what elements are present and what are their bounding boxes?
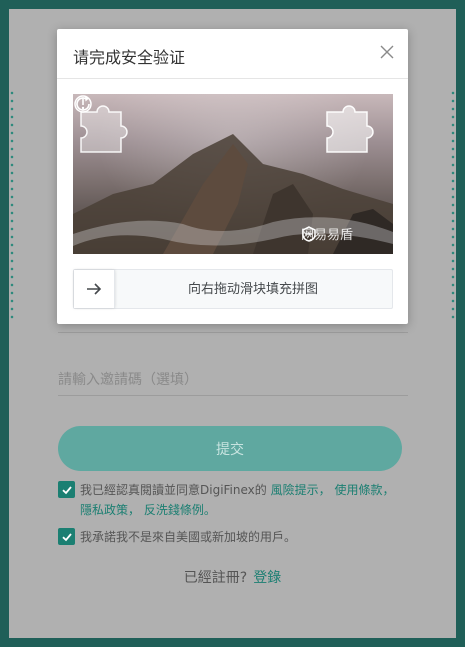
invite-code-input[interactable] [58, 365, 408, 396]
decorative-dots-right [451, 89, 455, 319]
submit-button[interactable]: 提交 [58, 426, 402, 471]
captcha-header: 请完成安全验证 [57, 29, 408, 79]
login-prompt-text: 已經註冊? [183, 570, 248, 586]
login-link[interactable]: 登錄 [253, 570, 281, 586]
captcha-title: 请完成安全验证 [73, 48, 186, 67]
residency-checkbox[interactable] [58, 528, 75, 545]
terms-checkbox[interactable] [58, 481, 75, 498]
field-divider [58, 332, 408, 333]
aml-link[interactable]: 反洗錢條例。 [144, 503, 216, 517]
slider-instruction: 向右拖动滑块填充拼图 [187, 282, 318, 297]
risk-link[interactable]: 風險提示， [271, 483, 331, 497]
agreement-text: 我已經認真閱讀並同意DigiFinex的 [80, 483, 267, 497]
close-icon[interactable] [378, 43, 396, 61]
decorative-dots-left [10, 89, 14, 319]
check-icon [61, 532, 72, 541]
refresh-icon[interactable] [73, 94, 93, 114]
puzzle-image: 网易易盾 [73, 94, 393, 254]
yidun-watermark: 网易易盾 [301, 226, 391, 246]
yidun-logo-icon [302, 226, 316, 242]
captcha-modal: 请完成安全验证 网易易盾 向右拖动滑块填充拼图 [57, 29, 408, 324]
slider-handle[interactable] [74, 270, 115, 308]
arrow-right-icon [87, 283, 102, 295]
login-prompt: 已經註冊? 登錄 [0, 567, 465, 587]
terms-link[interactable]: 使用條款， [334, 483, 394, 497]
privacy-link[interactable]: 隱私政策， [80, 503, 140, 517]
puzzle-slot [326, 105, 374, 153]
residency-text: 我承諾我不是來自美國或新加坡的用戶。 [80, 530, 297, 544]
check-icon [61, 485, 72, 494]
slider-track: 向右拖动滑块填充拼图 [73, 269, 393, 309]
